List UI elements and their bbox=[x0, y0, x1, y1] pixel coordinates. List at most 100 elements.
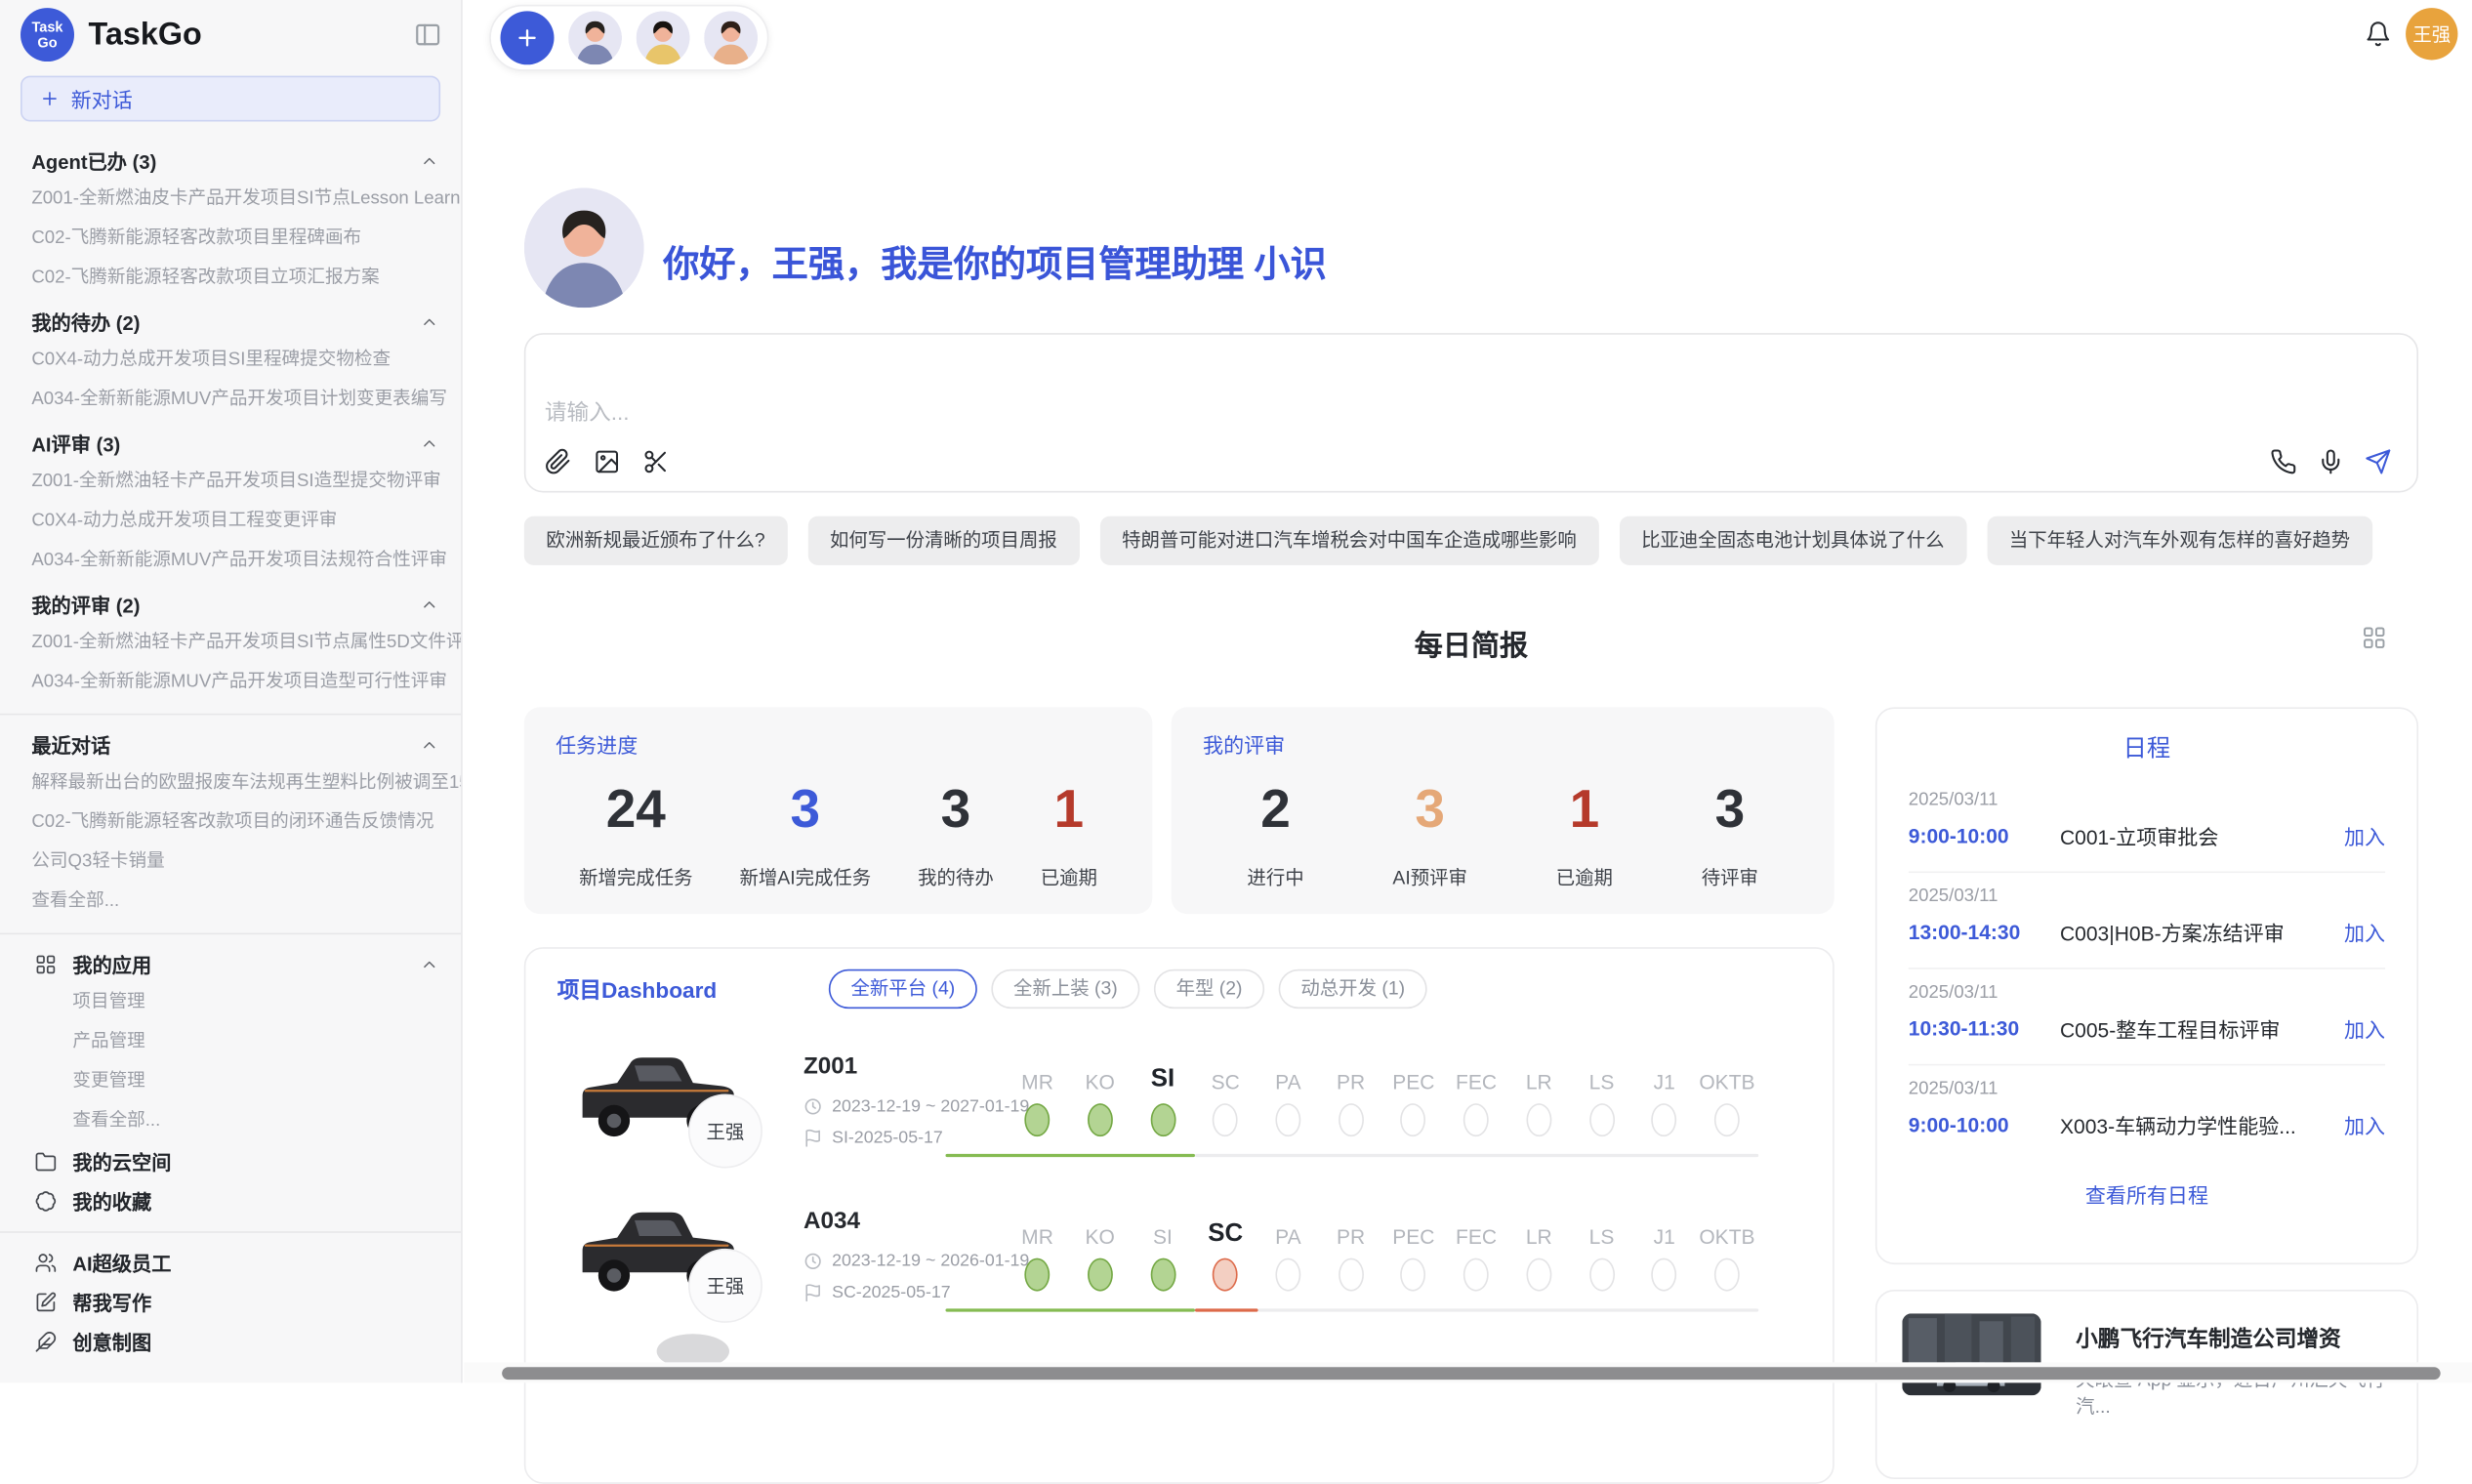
sidebar-item-ai-super-staff[interactable]: AI超级员工 bbox=[31, 1242, 461, 1281]
section-header-my-todo[interactable]: 我的待办 (2) bbox=[31, 302, 461, 341]
suggestion-chip[interactable]: 欧洲新规最近颁布了什么? bbox=[524, 516, 788, 565]
send-icon[interactable] bbox=[2365, 448, 2391, 474]
section-header-recent-chats[interactable]: 最近对话 bbox=[31, 724, 461, 763]
suggestion-chip[interactable]: 如何写一份清晰的项目周报 bbox=[807, 516, 1079, 565]
logo-text-top: Task bbox=[31, 19, 62, 34]
voice-call-icon[interactable] bbox=[2270, 448, 2296, 474]
milestone-label: KO bbox=[1086, 1214, 1115, 1249]
sidebar-task-item[interactable]: C0X4-动力总成开发项目SI里程碑提交物检查 bbox=[31, 341, 461, 380]
filter-pill[interactable]: 年型 (2) bbox=[1154, 969, 1264, 1009]
news-card[interactable]: 小鹏飞行汽车制造公司增资 天眼查 App 显示，近日广州汇天飞行汽... bbox=[1875, 1290, 2418, 1479]
chevron-up-icon[interactable] bbox=[420, 954, 438, 972]
add-session-button[interactable] bbox=[501, 11, 555, 64]
sidebar-task-item[interactable]: Z001-全新燃油轻卡产品开发项目SI造型提交物评审 bbox=[31, 463, 461, 502]
section-header-ai-review[interactable]: AI评审 (3) bbox=[31, 423, 461, 462]
app-link[interactable]: 产品管理 bbox=[31, 1023, 461, 1062]
image-upload-icon[interactable] bbox=[594, 448, 620, 474]
sidebar-collapse-icon[interactable] bbox=[414, 21, 442, 49]
sidebar-task-item[interactable]: C02-飞腾新能源轻客改款项目里程碑画布 bbox=[31, 220, 461, 259]
suggestion-chip[interactable]: 当下年轻人对汽车外观有怎样的喜好趋势 bbox=[1987, 516, 2372, 565]
join-button[interactable]: 加入 bbox=[2344, 1110, 2385, 1140]
milestone-dot bbox=[1714, 1258, 1740, 1292]
suggestion-chip[interactable]: 比亚迪全固态电池计划具体说了什么 bbox=[1619, 516, 1966, 565]
member-avatar[interactable] bbox=[637, 11, 690, 64]
view-all-schedule-link[interactable]: 查看所有日程 bbox=[1909, 1160, 2385, 1209]
milestone-label: PEC bbox=[1392, 1059, 1434, 1094]
stat-label: 待评审 bbox=[1702, 863, 1758, 889]
schedule-event-name: C005-整车工程目标评审 bbox=[2060, 1013, 2344, 1044]
filter-pill[interactable]: 动总开发 (1) bbox=[1279, 969, 1427, 1009]
attachment-icon[interactable] bbox=[545, 448, 571, 474]
sidebar-task-item[interactable]: A034-全新新能源MUV产品开发项目法规符合性评审 bbox=[31, 542, 461, 581]
chat-input[interactable] bbox=[542, 397, 1969, 426]
milestone-track: MR KO SI SC PA bbox=[945, 1214, 1790, 1308]
sidebar-task-item[interactable]: Z001-全新燃油皮卡产品开发项目SI节点Lesson Learn报告 bbox=[31, 180, 461, 219]
app-logo: Task Go bbox=[21, 8, 74, 62]
divider bbox=[0, 933, 461, 935]
milestone-dot bbox=[1463, 1258, 1489, 1292]
chevron-up-icon[interactable] bbox=[420, 735, 438, 754]
chevron-up-icon[interactable] bbox=[420, 150, 438, 169]
milestone-label: OKTB bbox=[1699, 1059, 1754, 1094]
new-chat-button[interactable]: 新对话 bbox=[21, 76, 440, 122]
join-button[interactable]: 加入 bbox=[2344, 1013, 2385, 1044]
filter-pill[interactable]: 全新上装 (3) bbox=[991, 969, 1139, 1009]
sidebar-task-item[interactable]: A034-全新新能源MUV产品开发项目造型可行性评审 bbox=[31, 663, 461, 702]
sidebar-task-item[interactable]: C0X4-动力总成开发项目工程变更评审 bbox=[31, 502, 461, 541]
milestone: PEC bbox=[1382, 1214, 1445, 1291]
chevron-up-icon[interactable] bbox=[420, 595, 438, 613]
horizontal-scrollbar[interactable] bbox=[502, 1367, 2441, 1380]
recent-chat-item[interactable]: 公司Q3轻卡销量 bbox=[31, 843, 461, 882]
sidebar-nav: Agent已办 (3) Z001-全新燃油皮卡产品开发项目SI节点Lesson … bbox=[0, 141, 461, 1361]
app-link[interactable]: 项目管理 bbox=[31, 983, 461, 1022]
sidebar-item-help-me-write[interactable]: 帮我写作 bbox=[31, 1282, 461, 1321]
join-button[interactable]: 加入 bbox=[2344, 821, 2385, 851]
recent-chat-item[interactable]: 查看全部... bbox=[31, 883, 461, 922]
milestone-dot bbox=[1150, 1103, 1175, 1136]
milestone: SI bbox=[1132, 1214, 1194, 1291]
sidebar-task-item[interactable]: C02-飞腾新能源轻客改款项目立项汇报方案 bbox=[31, 259, 461, 298]
milestone: SC bbox=[1194, 1059, 1257, 1136]
schedule-card: 日程 2025/03/11 9:00-10:00 C001-立项审批会 加入 2… bbox=[1875, 707, 2418, 1264]
sidebar-task-item[interactable]: A034-全新新能源MUV产品开发项目计划变更表编写 bbox=[31, 381, 461, 420]
sidebar-item-favorites[interactable]: 我的收藏 bbox=[31, 1180, 461, 1219]
project-row[interactable]: 王强 Z001 2023-12-19 ~ 2027-01-19 SI-2025-… bbox=[525, 1024, 1833, 1182]
chevron-up-icon[interactable] bbox=[420, 311, 438, 330]
milestone-dot bbox=[1589, 1258, 1615, 1292]
screenshot-scissors-icon[interactable] bbox=[642, 448, 669, 474]
app-link[interactable]: 查看全部... bbox=[31, 1102, 461, 1141]
user-avatar[interactable]: 王强 bbox=[2406, 8, 2457, 60]
sidebar-item-cloud-space[interactable]: 我的云空间 bbox=[31, 1141, 461, 1180]
logo-text-bottom: Go bbox=[37, 35, 57, 51]
milestone-label: PA bbox=[1275, 1059, 1301, 1094]
suggestion-chip[interactable]: 特朗普可能对进口汽车增税会对中国车企造成哪些影响 bbox=[1099, 516, 1598, 565]
sidebar-item-my-apps[interactable]: 我的应用 bbox=[31, 944, 461, 983]
users-icon bbox=[35, 1251, 58, 1273]
schedule-item: 2025/03/11 9:00-10:00 C001-立项审批会 加入 bbox=[1909, 776, 2385, 871]
milestone-dot bbox=[1463, 1103, 1489, 1136]
chevron-up-icon[interactable] bbox=[420, 433, 438, 452]
notifications-bell-icon[interactable] bbox=[2365, 21, 2391, 47]
schedule-time: 10:30-11:30 bbox=[1909, 1016, 2060, 1040]
schedule-event-name: C001-立项审批会 bbox=[2060, 821, 2344, 851]
app-title: TaskGo bbox=[89, 17, 414, 53]
project-row[interactable]: 王强 A034 2023-12-19 ~ 2026-01-19 SC-2025-… bbox=[525, 1179, 1833, 1338]
milestone-dot bbox=[1025, 1258, 1051, 1292]
briefing-layout-grid-icon[interactable] bbox=[2362, 625, 2387, 650]
milestone-label: SI bbox=[1153, 1214, 1173, 1249]
sidebar-item-creative-drawing[interactable]: 创意制图 bbox=[31, 1321, 461, 1360]
milestone: MR bbox=[1006, 1059, 1068, 1136]
member-avatar[interactable] bbox=[568, 11, 622, 64]
recent-chat-item[interactable]: C02-飞腾新能源轻客改款项目的闭环通告反馈情况 bbox=[31, 804, 461, 843]
section-header-agent-done[interactable]: Agent已办 (3) bbox=[31, 141, 461, 180]
section-header-my-review[interactable]: 我的评审 (2) bbox=[31, 584, 461, 623]
recent-chat-item[interactable]: 解释最新出台的欧盟报废车法规再生塑料比例被调至15%... bbox=[31, 764, 461, 804]
filter-pill[interactable]: 全新平台 (4) bbox=[829, 969, 977, 1009]
app-link[interactable]: 变更管理 bbox=[31, 1062, 461, 1101]
member-avatar[interactable] bbox=[704, 11, 758, 64]
microphone-icon[interactable] bbox=[2318, 448, 2344, 474]
join-button[interactable]: 加入 bbox=[2344, 917, 2385, 947]
stat-label: 已逾期 bbox=[1556, 863, 1613, 889]
sidebar-task-item[interactable]: Z001-全新燃油轻卡产品开发项目SI节点属性5D文件评审 bbox=[31, 624, 461, 663]
milestone-dot bbox=[1213, 1258, 1238, 1292]
